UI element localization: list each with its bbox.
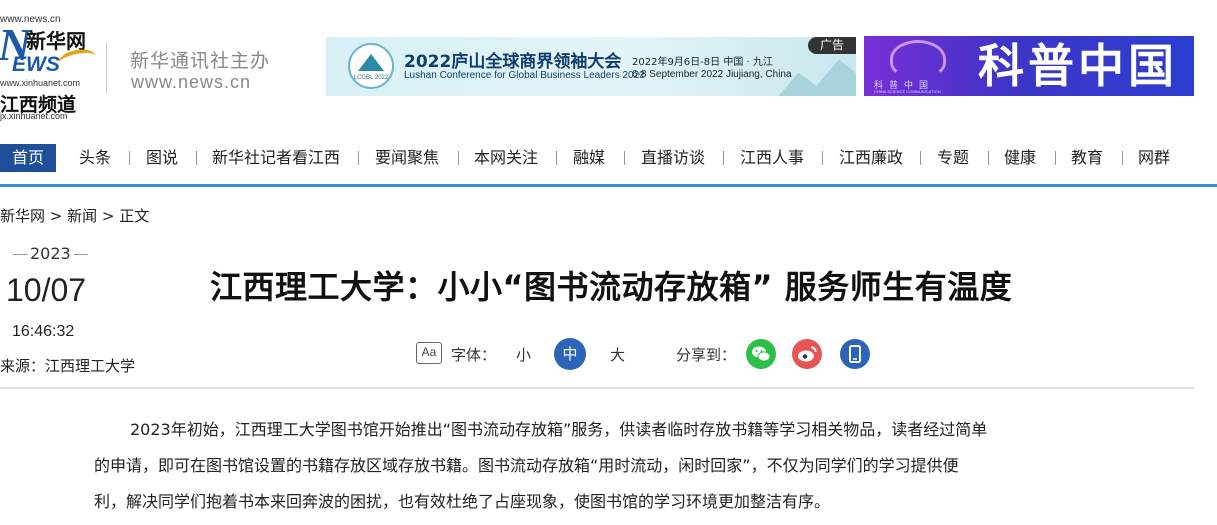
nav-separator [624, 151, 625, 165]
nav-separator [1055, 151, 1056, 165]
title-divider [0, 387, 1194, 389]
nav-item-photos[interactable]: 图说 [146, 144, 178, 172]
nav-separator [723, 151, 724, 165]
nav-item-live[interactable]: 直播访谈 [641, 144, 705, 172]
logo-letters: EWS [12, 53, 60, 76]
main-nav: 首页 头条 图说 新华社记者看江西 要闻聚焦 本网关注 融媒 直播访谈 江西人事… [0, 144, 1217, 172]
body-line-3: 利，解决同学们抱着书本来回奔波的困扰，也有效杜绝了占座现象，使图书馆的学习环境更… [94, 492, 831, 511]
font-size-large-button[interactable]: 大 [610, 344, 625, 365]
article-title: 江西理工大学：小小“图书流动存放箱” 服务师生有温度 [210, 268, 1013, 306]
nav-separator [129, 151, 130, 165]
conference-badge-text: LCGBL 2022 [353, 75, 389, 81]
ad-banner-kepu[interactable]: 科普中国 CHINA SCIENCE COMMUNICATION 科普中国 [864, 36, 1194, 96]
kepu-big-text: 科普中国 [978, 39, 1178, 93]
font-size-small-button[interactable]: 小 [516, 344, 531, 365]
channel-domain: jx.xinhuanet.com [0, 111, 68, 121]
share-label: 分享到： [676, 346, 737, 364]
mobile-icon[interactable] [840, 339, 870, 369]
conference-logo-icon: LCGBL 2022 [348, 43, 394, 89]
nav-item-health[interactable]: 健康 [1004, 144, 1036, 172]
ad-tag: 广告 [808, 37, 856, 54]
nav-separator [822, 151, 823, 165]
host-url[interactable]: www.news.cn [131, 72, 251, 93]
article-year: 2023 [10, 244, 91, 263]
body-line-2: 的申请，即可在图书馆设置的书籍存放区域存放书籍。图书流动存放箱“用时流动，闲时回… [94, 456, 959, 475]
weibo-icon[interactable] [792, 339, 822, 369]
ad-banner-lushan[interactable]: LCGBL 2022 2022庐山全球商界领袖大会 Lushan Confere… [326, 37, 856, 96]
wechat-icon[interactable] [746, 339, 776, 369]
nav-item-reporters[interactable]: 新华社记者看江西 [212, 144, 340, 172]
font-size-icon: Aa [416, 342, 442, 364]
nav-separator [358, 151, 359, 165]
breadcrumb[interactable]: 新华网 > 新闻 > 正文 [0, 205, 149, 226]
nav-item-home[interactable]: 首页 [0, 144, 57, 172]
ad-title-en: Lushan Conference for Global Business Le… [404, 70, 645, 81]
kepu-tiny-text: CHINA SCIENCE COMMUNICATION [874, 89, 941, 94]
year-dash-left [13, 254, 27, 255]
article-date: 10/07 [6, 272, 87, 308]
font-size-label: 字体： [451, 346, 497, 364]
article-body: 2023年初始，江西理工大学图书馆开始推出“图书流动存放箱”服务，供读者临时存放… [94, 412, 1094, 520]
nav-item-headlines[interactable]: 头条 [79, 144, 111, 172]
year-text: 2023 [30, 244, 71, 263]
nav-item-focus[interactable]: 要闻聚焦 [375, 144, 439, 172]
nav-item-attention[interactable]: 本网关注 [474, 144, 538, 172]
logo-domain: www.xinhuanet.com [0, 78, 81, 88]
year-dash-right [73, 254, 88, 255]
nav-item-topics[interactable]: 专题 [937, 144, 969, 172]
ad-title-cn: 2022庐山全球商界领袖大会 [404, 52, 622, 72]
ad-date-en: 6-8 September 2022 Jiujiang, China [632, 69, 792, 80]
nav-item-integrity[interactable]: 江西廉政 [839, 144, 903, 172]
nav-separator [988, 151, 989, 165]
site-logo[interactable]: www.news.cn N 新华网 EWS www.xinhuanet.com … [0, 12, 100, 121]
header-divider [106, 42, 107, 94]
ad-date-cn: 2022年9月6日-8日 中国 · 九江 [632, 57, 773, 68]
nav-item-education[interactable]: 教育 [1071, 144, 1103, 172]
font-size-medium-button[interactable]: 中 [554, 338, 586, 370]
site-header: www.news.cn N 新华网 EWS www.xinhuanet.com … [0, 0, 1217, 121]
nav-separator [556, 151, 557, 165]
article-time: 16:46:32 [12, 323, 75, 340]
article-tools: Aa 字体： 小 中 大 分享到： [416, 338, 886, 370]
nav-separator [458, 151, 459, 165]
body-line-1: 2023年初始，江西理工大学图书馆开始推出“图书流动存放箱”服务，供读者临时存放… [130, 420, 988, 439]
nav-separator [920, 151, 921, 165]
nav-underline [0, 184, 1217, 187]
kepu-logo-icon [890, 40, 946, 78]
article-source: 来源：江西理工大学 [0, 357, 136, 375]
nav-separator [1122, 151, 1123, 165]
nav-item-personnel[interactable]: 江西人事 [740, 144, 804, 172]
nav-separator [196, 151, 197, 165]
host-text: 新华通讯社主办 [130, 50, 271, 72]
nav-item-network[interactable]: 网群 [1138, 144, 1170, 172]
nav-item-media[interactable]: 融媒 [573, 144, 605, 172]
